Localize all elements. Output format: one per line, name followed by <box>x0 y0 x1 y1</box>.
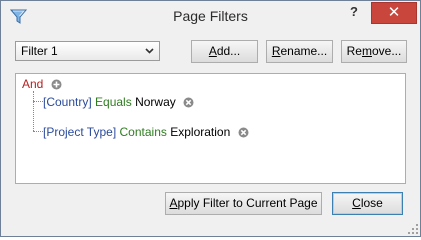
close-dialog-button[interactable]: Close <box>332 192 403 215</box>
title-bar: Page Filters ? ✕ <box>1 1 420 31</box>
tree-node-condition[interactable]: [Project Type] Contains Exploration <box>43 125 249 139</box>
filter-tree[interactable]: And [Country] Equals Norway [Project Typ… <box>15 73 406 184</box>
condition-operator: Contains <box>119 125 167 139</box>
tree-node-and[interactable]: And <box>22 77 62 91</box>
add-filter-button[interactable]: Add... <box>191 40 258 63</box>
tree-connector <box>33 91 34 131</box>
condition-field: [Project Type] <box>43 125 117 139</box>
remove-filter-button[interactable]: Remove... <box>341 40 407 63</box>
filter-select[interactable]: Filter 1 <box>15 41 160 61</box>
chevron-down-icon <box>145 48 154 54</box>
x-circle-icon[interactable] <box>238 127 249 138</box>
dialog-body: Filter 1 Add... Rename... Remove... And … <box>8 31 413 229</box>
page-filters-dialog: Page Filters ? ✕ Filter 1 Add... Rename.… <box>0 0 421 237</box>
filter-select-value: Filter 1 <box>21 44 58 58</box>
condition-operator: Equals <box>95 95 132 109</box>
condition-value: Norway <box>135 95 176 109</box>
tree-node-condition[interactable]: [Country] Equals Norway <box>43 95 194 109</box>
help-button[interactable]: ? <box>343 3 365 23</box>
and-label: And <box>22 77 44 91</box>
condition-value: Exploration <box>170 125 231 139</box>
x-circle-icon[interactable] <box>183 97 194 108</box>
resize-grip-icon[interactable] <box>408 224 418 234</box>
window-close-button[interactable]: ✕ <box>371 2 417 24</box>
plus-circle-icon[interactable] <box>51 79 62 90</box>
rename-filter-button[interactable]: Rename... <box>266 40 333 63</box>
condition-field: [Country] <box>43 95 92 109</box>
apply-filter-button[interactable]: Apply Filter to Current Page <box>165 192 322 215</box>
